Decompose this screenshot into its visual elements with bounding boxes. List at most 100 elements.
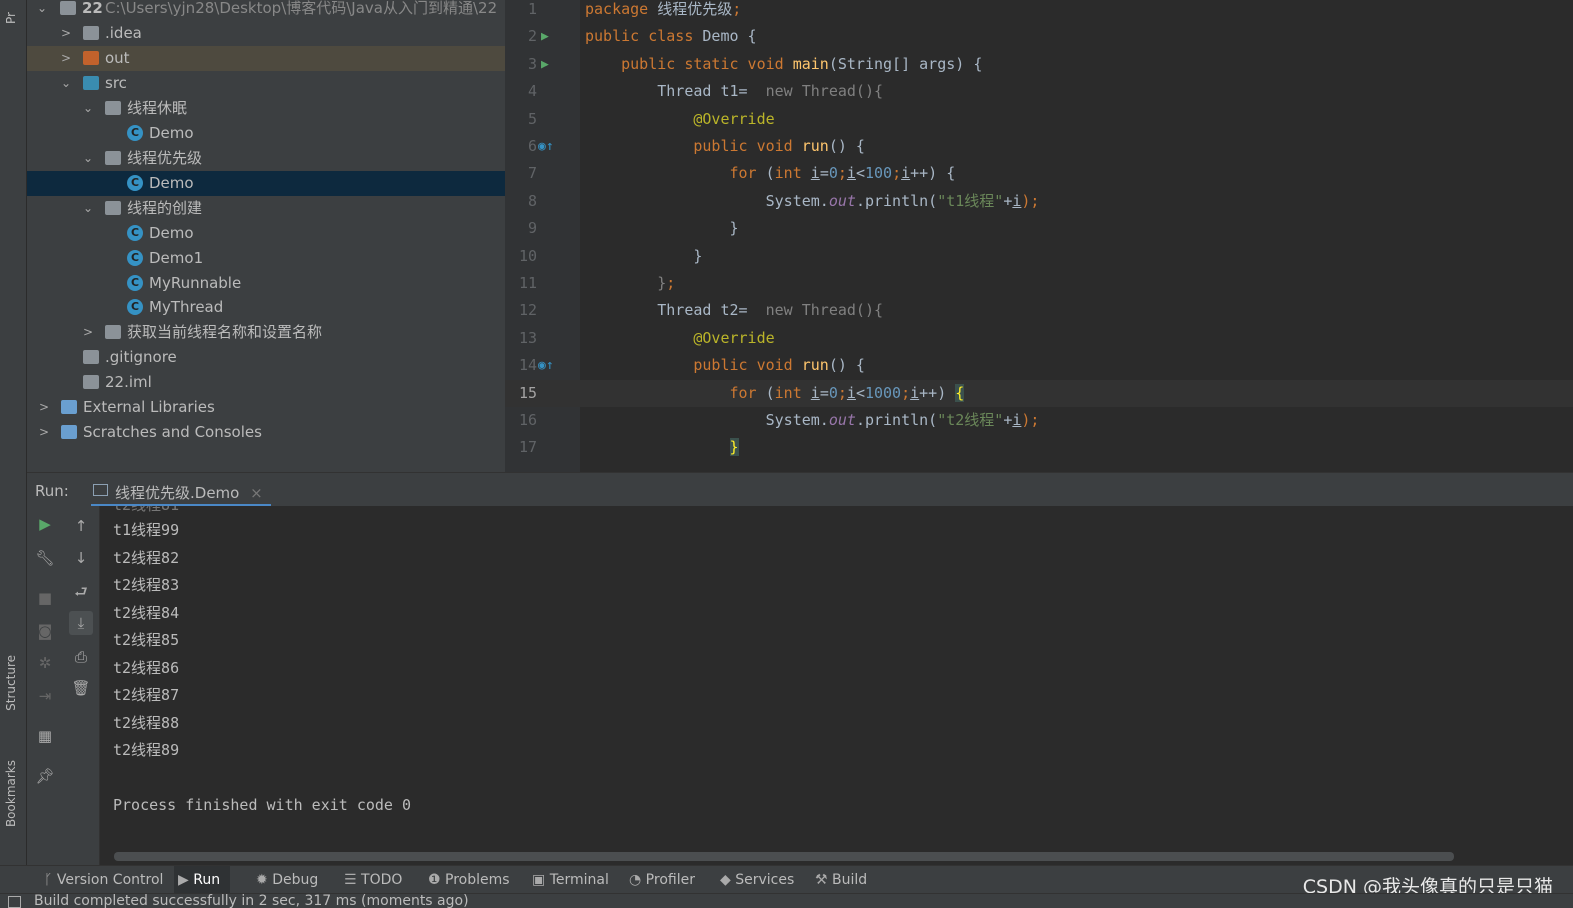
close-icon[interactable]: × — [250, 484, 263, 502]
code-line: 6 ◉↑ public void run() { — [505, 133, 1573, 160]
tool-tab-profiler[interactable]: ◔ Profiler — [625, 866, 705, 894]
folder-src-icon — [83, 75, 99, 90]
chevron-down-icon[interactable]: ⌄ — [35, 0, 49, 21]
tree-item[interactable]: .gitignore — [27, 345, 505, 370]
tree-item[interactable]: > Scratches and Consoles — [27, 420, 505, 445]
pin-icon[interactable]: 📌︎ — [33, 764, 57, 788]
line-number: 17 — [518, 438, 537, 457]
line-number: 7 — [527, 164, 537, 183]
chevron-right-icon[interactable]: > — [37, 420, 51, 445]
code-line: 11 }; — [505, 270, 1573, 297]
chevron-down-icon[interactable]: ⌄ — [81, 196, 95, 221]
tree-item-label: 获取当前线程名称和设置名称 — [127, 323, 323, 342]
chevron-right-icon[interactable]: > — [37, 395, 51, 420]
run-gutter-icon[interactable]: ▶ — [541, 51, 549, 78]
tree-item[interactable]: ⌄ 线程优先级 — [27, 146, 505, 171]
tree-item[interactable]: C MyThread — [27, 295, 505, 320]
status-toggle-icon[interactable] — [8, 896, 21, 908]
print-icon[interactable]: ⎙ — [69, 645, 93, 669]
code-text: } — [729, 438, 739, 457]
tree-item[interactable]: C Demo — [27, 221, 505, 246]
wrench-icon[interactable]: 🔧︎ — [33, 546, 57, 570]
code-text: public static void main(String[] args) { — [585, 54, 983, 73]
console-line: t2线程84 — [113, 603, 180, 622]
console-line: t2线程83 — [113, 576, 180, 594]
list-icon: ☰ — [344, 872, 362, 888]
console-output[interactable]: t2线程81 t1线程99t2线程82t2线程83t2线程84t2线程85t2线… — [100, 506, 1573, 865]
tool-tab-version-control[interactable]: ᚴ Version Control — [40, 866, 173, 894]
rerun-icon[interactable]: ▶ — [33, 512, 57, 536]
tree-item[interactable]: C MyRunnable — [27, 271, 505, 296]
tree-item[interactable]: ⌄ 线程休眠 — [27, 96, 505, 121]
tree-item[interactable]: > 获取当前线程名称和设置名称 — [27, 320, 505, 345]
code-text: Thread t2= new Thread(){ — [585, 301, 884, 320]
code-line: 17 } — [505, 434, 1573, 461]
code-text: System.out.println("t1线程"+i); — [585, 191, 1040, 210]
override-gutter-icon[interactable]: ◉↑ — [538, 133, 554, 160]
tree-item[interactable]: C Demo1 — [27, 246, 505, 271]
code-text: for (int i=0;i<100;i++) { — [585, 164, 956, 183]
file-icon — [83, 350, 99, 365]
tree-item[interactable]: > .idea — [27, 21, 505, 46]
tree-item[interactable]: C Demo — [27, 121, 505, 146]
console-line: t2线程89 — [113, 741, 180, 759]
tree-item[interactable]: ⌄ src — [27, 71, 505, 96]
tool-tab-build[interactable]: ⚒ Build — [811, 866, 877, 894]
code-editor[interactable]: 1 package 线程优先级; 2 ▶ public class Demo {3 ▶ p… — [505, 0, 1573, 472]
soft-wrap-icon[interactable]: ⮐ — [69, 580, 93, 604]
root-path: C:\Users\yjn28\Desktop\博客代码\Java从入门到精通\2… — [105, 0, 498, 17]
horizontal-scrollbar[interactable] — [114, 852, 1454, 861]
scroll-to-end-icon[interactable]: ⤓ — [69, 611, 93, 635]
tool-tab-problems[interactable]: ❶ Problems — [424, 866, 520, 894]
tree-item-label: Demo — [149, 173, 194, 192]
code-text: for (int i=0;i<1000;i++) { — [585, 383, 965, 402]
tree-item-label: .idea — [105, 24, 142, 42]
arrow-up-icon[interactable]: ↑ — [69, 514, 93, 538]
line-number: 6 — [527, 137, 537, 155]
console-line: t1线程99 — [113, 521, 180, 539]
tree-item[interactable]: ⌄ 线程的创建 — [27, 196, 505, 221]
tool-tab-label: Run — [193, 872, 221, 888]
layout-icon[interactable]: ▦ — [33, 724, 57, 748]
tree-item[interactable]: 22.iml — [27, 370, 505, 395]
structure-tool-tab[interactable]: Structure — [4, 655, 18, 711]
chevron-down-icon[interactable]: ⌄ — [81, 146, 95, 171]
stop-icon[interactable]: ■ — [33, 586, 57, 610]
line-number: 8 — [527, 191, 537, 210]
line-number: 4 — [527, 82, 537, 101]
camera-icon[interactable]: ◙ — [33, 619, 57, 643]
login-icon[interactable]: ⇥ — [33, 684, 57, 708]
code-line: 13 @Override — [505, 325, 1573, 352]
chevron-down-icon[interactable]: ⌄ — [81, 96, 95, 121]
services-icon: ◆ — [720, 872, 736, 888]
chevron-down-icon[interactable]: ⌄ — [59, 71, 73, 96]
console-icon — [93, 484, 108, 496]
project-tool-tab[interactable]: Pr — [4, 2, 18, 24]
tool-tab-services[interactable]: ◆ Services — [716, 866, 804, 894]
tool-tab-todo[interactable]: ☰ TODO — [340, 866, 412, 894]
run-gutter-icon[interactable]: ▶ — [541, 23, 549, 50]
tree-item[interactable]: > External Libraries — [27, 395, 505, 420]
tool-tab-terminal[interactable]: ▣ Terminal — [528, 866, 619, 894]
bookmarks-tool-tab[interactable]: Bookmarks — [4, 760, 18, 827]
terminal-icon: ▣ — [532, 872, 550, 888]
arrow-down-icon[interactable]: ↓ — [69, 546, 93, 570]
module-folder-icon — [60, 1, 76, 15]
tree-item[interactable]: > out — [27, 45, 505, 71]
trash-icon[interactable]: 🗑︎ — [69, 676, 93, 700]
chevron-right-icon[interactable]: > — [59, 21, 73, 46]
tool-tab-debug[interactable]: ✹ Debug — [252, 866, 328, 894]
run-label: Run: — [35, 482, 69, 500]
line-number: 16 — [518, 411, 537, 429]
line-number: 12 — [518, 301, 537, 320]
project-root[interactable]: ⌄ 22 C:\Users\yjn28\Desktop\博客代码\Java从入门… — [27, 0, 505, 21]
chevron-right-icon[interactable]: > — [81, 320, 95, 345]
tool-tab-run[interactable]: ▶ Run — [174, 866, 231, 894]
override-gutter-icon[interactable]: ◉↑ — [538, 352, 554, 379]
chevron-right-icon[interactable]: > — [59, 46, 73, 71]
tree-item[interactable]: C Demo — [27, 170, 505, 196]
tree-item-label: 线程的创建 — [127, 198, 203, 217]
debug-icon[interactable]: ✲ — [33, 651, 57, 675]
line-number: 10 — [518, 246, 537, 265]
run-tab[interactable]: 线程优先级.Demo × — [91, 473, 271, 507]
